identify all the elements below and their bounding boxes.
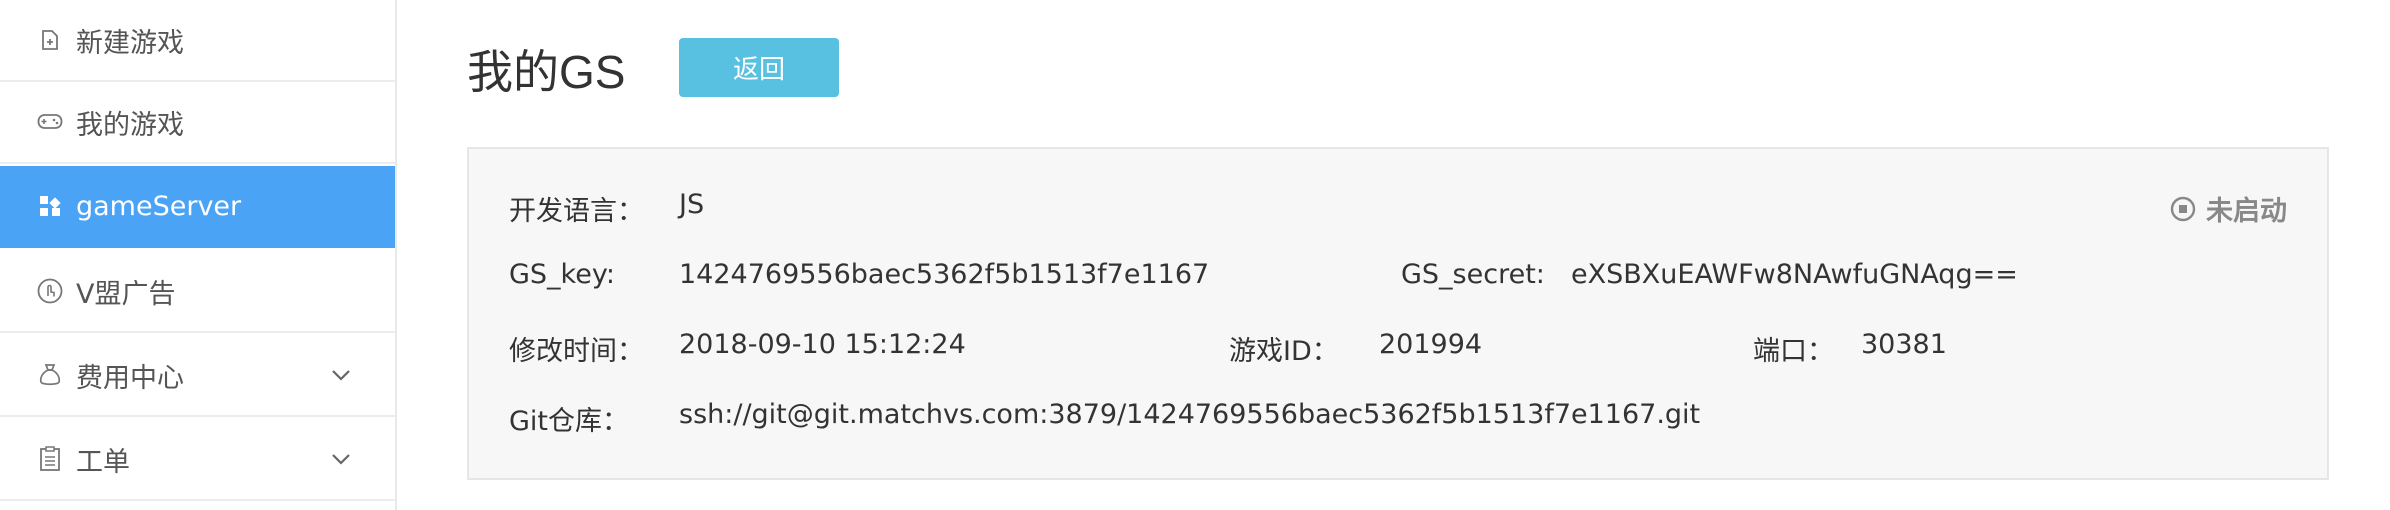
game-id-value: 201994 (1379, 329, 1483, 360)
stop-icon (2170, 196, 2196, 222)
game-id-label: 游戏ID： (1229, 336, 1339, 367)
git-repo-value: ssh://git@git.matchvs.com:3879/142476955… (679, 399, 1701, 430)
chevron-down-icon[interactable] (329, 363, 353, 387)
lang-value: JS (679, 189, 705, 220)
sidebar-item-tickets[interactable]: 工单 (0, 419, 395, 501)
sidebar-item-label: 工单 (76, 446, 130, 478)
back-button[interactable]: 返回 (679, 38, 839, 97)
clipboard-icon (36, 445, 64, 473)
money-bag-icon (36, 361, 64, 389)
gs-secret-label: GS_secret: (1401, 259, 1545, 290)
sidebar-item-billing[interactable]: 费用中心 (0, 335, 395, 417)
sidebar-item-my-games[interactable]: 我的游戏 (0, 82, 395, 164)
sidebar-item-label: 费用中心 (76, 362, 184, 394)
git-repo-label: Git仓库： (509, 406, 630, 437)
gs-secret-value: eXSBXuEAWFw8NAwfuGNAqg== (1571, 259, 2018, 290)
hand-pointer-icon (36, 277, 64, 305)
sidebar-item-v-ads[interactable]: V盟广告 (0, 251, 395, 333)
status-text: 未启动 (2206, 196, 2287, 227)
page-title: 我的GS (467, 46, 626, 98)
gamepad-icon (36, 108, 64, 136)
sidebar-item-gameserver[interactable]: gameServer (0, 166, 395, 248)
sidebar: 新建游戏 我的游戏 gameServer V盟广告 费用中心 工单 (0, 0, 397, 510)
sidebar-item-label: V盟广告 (76, 278, 176, 310)
status-badge: 未启动 (2170, 189, 2287, 228)
sidebar-item-label: 我的游戏 (76, 109, 184, 141)
lang-label: 开发语言： (509, 196, 644, 227)
grid-icon (36, 192, 64, 220)
chevron-down-icon[interactable] (329, 447, 353, 471)
gs-key-label: GS_key: (509, 259, 615, 290)
gs-key-value: 1424769556baec5362f5b1513f7e1167 (679, 259, 1210, 290)
modified-time-value: 2018-09-10 15:12:24 (679, 329, 966, 360)
new-file-icon (36, 26, 64, 54)
main-content: 我的GS 返回 开发语言： JS 未启动 GS_key: 1424769556b… (397, 0, 2390, 510)
port-value: 30381 (1861, 329, 1947, 360)
port-label: 端口： (1753, 336, 1834, 367)
sidebar-item-new-game[interactable]: 新建游戏 (0, 0, 395, 82)
gs-info-panel: 开发语言： JS 未启动 GS_key: 1424769556baec5362f… (467, 147, 2329, 480)
modified-time-label: 修改时间： (509, 336, 644, 367)
sidebar-item-label: gameServer (76, 190, 242, 222)
sidebar-item-label: 新建游戏 (76, 27, 184, 59)
